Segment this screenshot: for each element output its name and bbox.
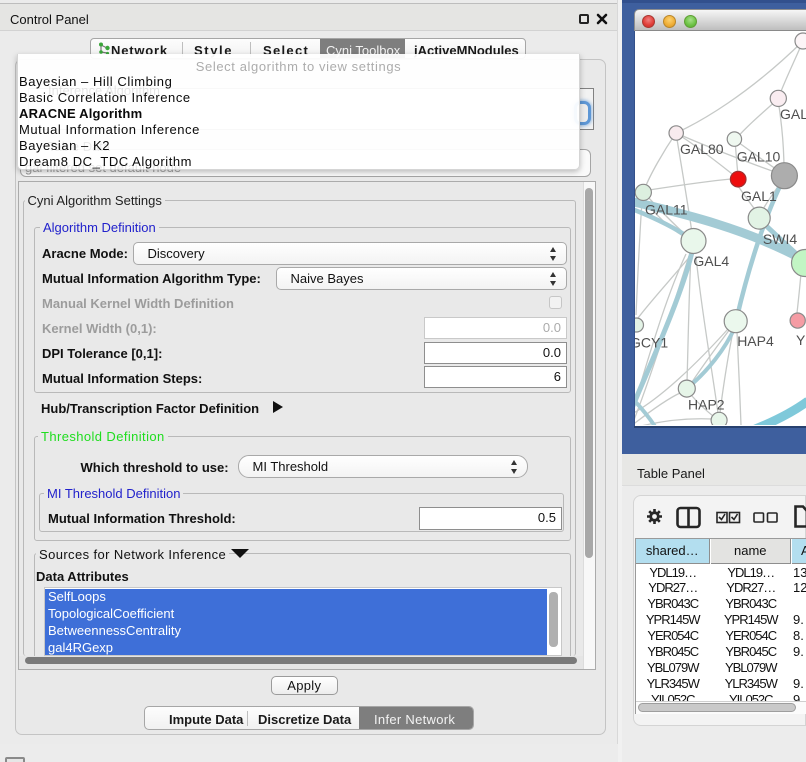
svg-text:HAP2: HAP2 bbox=[688, 397, 725, 413]
svg-text:GAL10: GAL10 bbox=[737, 149, 781, 165]
svg-text:YL: YL bbox=[796, 332, 806, 348]
svg-text:GCY1: GCY1 bbox=[635, 335, 668, 351]
svg-text:HAP4: HAP4 bbox=[737, 333, 774, 349]
svg-text:GAL80: GAL80 bbox=[680, 141, 724, 157]
svg-text:GAL1: GAL1 bbox=[741, 188, 777, 204]
svg-text:GAL4: GAL4 bbox=[693, 253, 729, 269]
svg-text:SWI4: SWI4 bbox=[763, 231, 797, 247]
svg-text:GAL11: GAL11 bbox=[645, 202, 688, 218]
svg-text:GAL2: GAL2 bbox=[780, 106, 806, 122]
